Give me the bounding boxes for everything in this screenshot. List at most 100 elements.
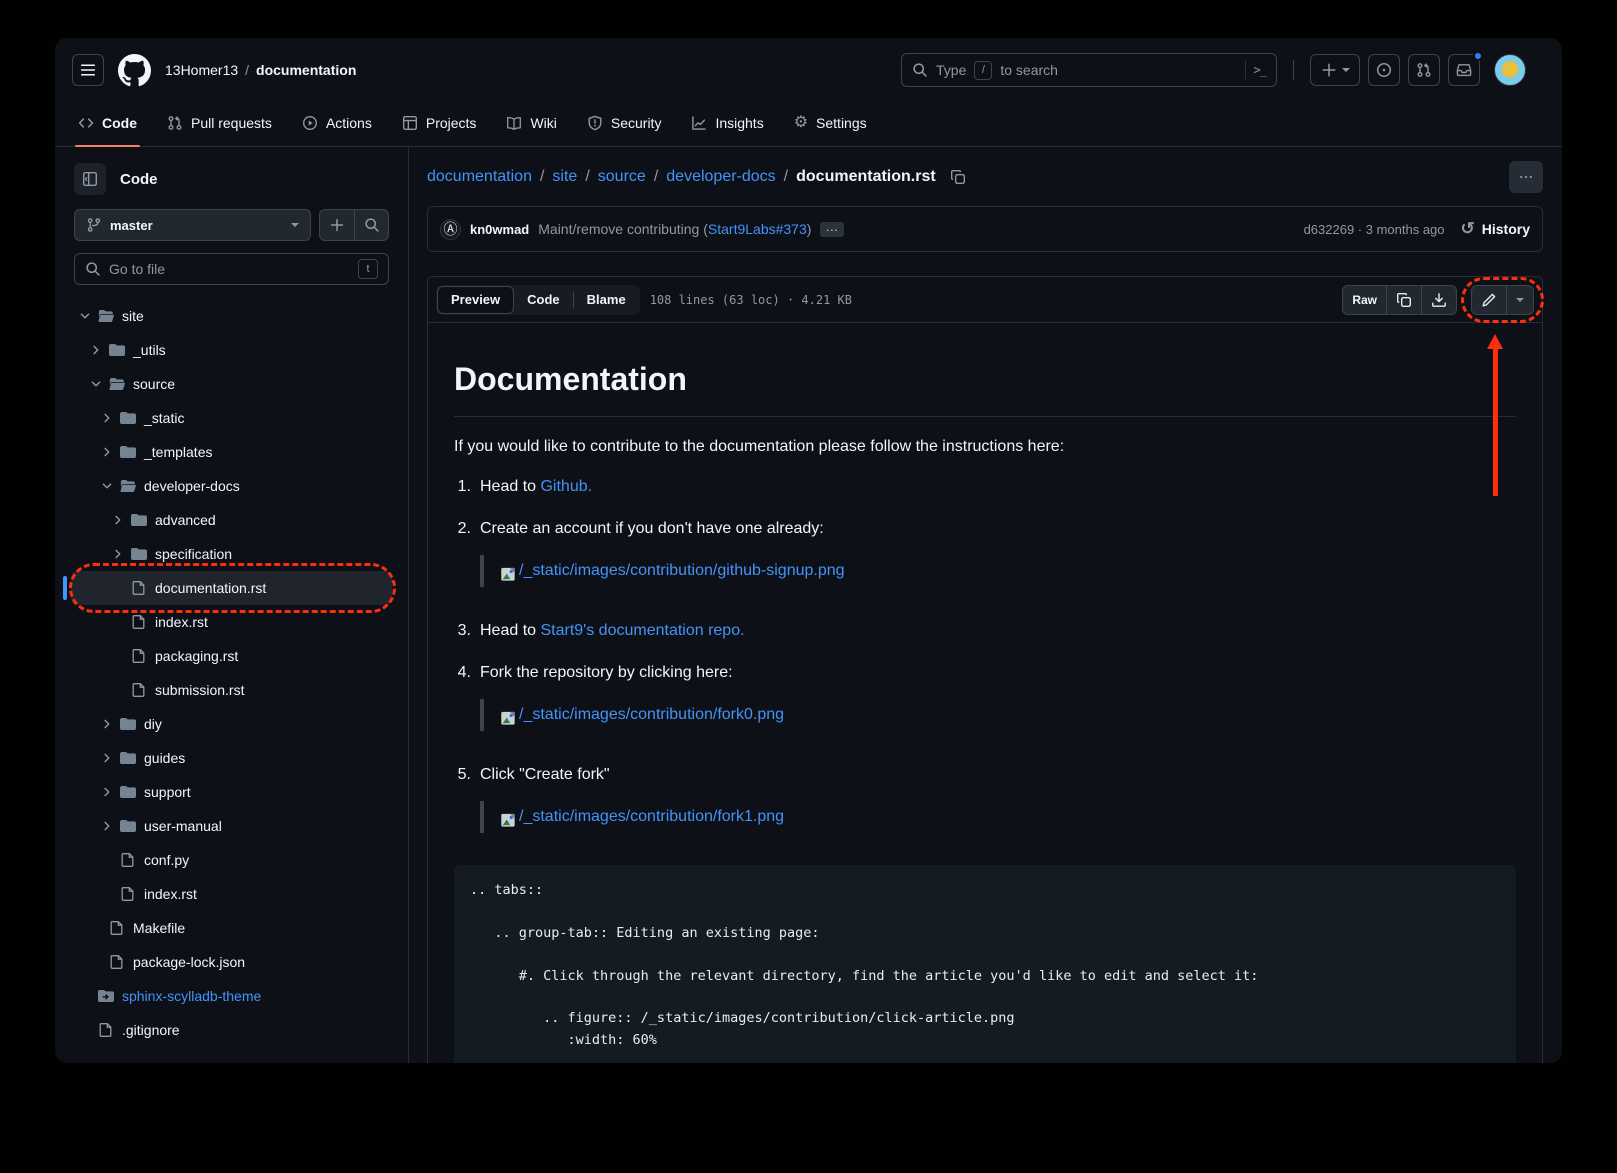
list-item: 3. Head to Start9's documentation repo. <box>454 619 1516 643</box>
issues-button[interactable] <box>1368 54 1400 86</box>
tab-label: Settings <box>816 115 867 131</box>
create-new-button[interactable] <box>1310 54 1360 86</box>
commit-pr-link[interactable]: Start9Labs#373 <box>708 221 807 237</box>
repo-name-link[interactable]: documentation <box>256 62 356 78</box>
branch-selector[interactable]: master <box>74 209 311 241</box>
pencil-icon <box>1481 292 1497 308</box>
tree-item-advanced[interactable]: advanced <box>71 503 392 537</box>
image-link[interactable]: /_static/images/contribution/fork0.png <box>519 701 784 729</box>
tree-item-site[interactable]: site <box>71 299 392 333</box>
file-toolbar: Preview Code Blame 108 lines (63 loc) · … <box>428 277 1542 323</box>
folder-icon <box>120 478 136 494</box>
git-branch-icon <box>86 217 102 233</box>
preview-tab[interactable]: Preview <box>437 286 514 314</box>
add-file-button[interactable] <box>320 210 354 240</box>
commit-author-link[interactable]: kn0wmad <box>470 222 529 237</box>
tree-item-index.rst[interactable]: index.rst <box>71 877 392 911</box>
folder-icon <box>98 308 114 324</box>
image-link[interactable]: /_static/images/contribution/fork1.png <box>519 803 784 831</box>
commit-author-avatar[interactable]: Ⓐ <box>440 219 461 240</box>
tab-wiki[interactable]: Wiki <box>495 100 567 146</box>
github-logo[interactable] <box>118 54 151 87</box>
raw-button[interactable]: Raw <box>1343 286 1386 314</box>
broken-image-icon <box>500 566 517 583</box>
tab-settings[interactable]: ⚙ Settings <box>783 100 878 146</box>
code-tab[interactable]: Code <box>514 286 573 314</box>
github-link[interactable]: Github. <box>540 478 592 495</box>
tree-item-specification[interactable]: specification <box>71 537 392 571</box>
more-options-button[interactable] <box>1509 161 1543 193</box>
commit-sha-time: d632269 · 3 months ago <box>1304 222 1445 237</box>
chevron-down-icon <box>99 478 115 494</box>
folder-icon <box>120 784 136 800</box>
edit-file-button[interactable] <box>1472 286 1506 314</box>
tree-item-user-manual[interactable]: user-manual <box>71 809 392 843</box>
repo-nav-tabs: Code Pull requests Actions Projects Wiki… <box>55 100 1562 147</box>
tree-item-packaging.rst[interactable]: packaging.rst <box>71 639 392 673</box>
tab-security[interactable]: Security <box>576 100 673 146</box>
tab-projects[interactable]: Projects <box>391 100 488 146</box>
tab-code[interactable]: Code <box>67 100 148 146</box>
folder-icon <box>120 818 136 834</box>
chevron-right-icon <box>99 784 115 800</box>
copy-file-button[interactable] <box>1386 286 1421 314</box>
github-window: 13Homer13 / documentation Type / to sear… <box>55 38 1562 1063</box>
download-raw-button[interactable] <box>1421 286 1456 314</box>
tree-item-index.rst[interactable]: index.rst <box>71 605 392 639</box>
user-avatar[interactable] <box>1494 54 1526 86</box>
edit-dropdown-button[interactable] <box>1506 286 1533 314</box>
pull-requests-button[interactable] <box>1408 54 1440 86</box>
commit-expand-button[interactable]: … <box>820 222 844 237</box>
broken-image-icon <box>500 812 517 829</box>
tree-item-guides[interactable]: guides <box>71 741 392 775</box>
tree-item-conf.py[interactable]: conf.py <box>71 843 392 877</box>
history-link[interactable]: ↺ History <box>1461 221 1530 238</box>
file-icon <box>131 648 147 664</box>
tree-indent-spacer <box>110 580 126 596</box>
tab-label: Pull requests <box>191 115 272 131</box>
tab-insights[interactable]: Insights <box>680 100 774 146</box>
file-icon <box>131 580 147 596</box>
breadcrumb-link-site[interactable]: site <box>552 168 577 186</box>
tree-indent-spacer <box>110 614 126 630</box>
tree-item-diy[interactable]: diy <box>71 707 392 741</box>
tree-item-sphinx-scylladb-theme[interactable]: sphinx-scylladb-theme <box>71 979 392 1013</box>
history-icon: ↺ <box>1461 220 1475 237</box>
tree-item-.gitignore[interactable]: .gitignore <box>71 1013 392 1047</box>
start9-repo-link[interactable]: Start9's documentation repo. <box>540 622 744 639</box>
tree-item-package-lock.json[interactable]: package-lock.json <box>71 945 392 979</box>
tree-item-documentation.rst[interactable]: documentation.rst <box>71 571 392 605</box>
tab-actions[interactable]: Actions <box>291 100 383 146</box>
repo-owner-link[interactable]: 13Homer13 <box>165 62 238 78</box>
copy-path-icon[interactable] <box>950 169 966 185</box>
global-nav-menu-button[interactable] <box>72 54 104 86</box>
search-this-repo-button[interactable] <box>354 210 388 240</box>
go-to-file-input[interactable]: Go to file t <box>74 253 389 285</box>
tree-indent-spacer <box>99 852 115 868</box>
file-view-main: documentation / site / source / develope… <box>409 147 1562 1063</box>
git-pull-request-icon <box>1416 62 1432 78</box>
tree-item-_templates[interactable]: _templates <box>71 435 392 469</box>
tree-item-submission.rst[interactable]: submission.rst <box>71 673 392 707</box>
file-content-card: Preview Code Blame 108 lines (63 loc) · … <box>427 276 1543 1063</box>
tree-item-Makefile[interactable]: Makefile <box>71 911 392 945</box>
breadcrumb-link-source[interactable]: source <box>598 168 646 186</box>
image-link[interactable]: /_static/images/contribution/github-sign… <box>519 557 845 585</box>
inbox-button[interactable] <box>1448 54 1480 86</box>
tree-item-_utils[interactable]: _utils <box>71 333 392 367</box>
tree-item-developer-docs[interactable]: developer-docs <box>71 469 392 503</box>
tree-item-label: support <box>144 784 191 800</box>
global-search-input[interactable]: Type / to search >_ <box>901 53 1277 87</box>
breadcrumb-link-documentation[interactable]: documentation <box>427 168 532 186</box>
tree-indent-spacer <box>88 954 104 970</box>
tab-pull-requests[interactable]: Pull requests <box>156 100 283 146</box>
tree-item-source[interactable]: source <box>71 367 392 401</box>
blame-tab[interactable]: Blame <box>574 286 639 314</box>
collapse-sidebar-button[interactable] <box>74 163 106 195</box>
tree-item-_static[interactable]: _static <box>71 401 392 435</box>
tree-item-support[interactable]: support <box>71 775 392 809</box>
repo-separator: / <box>245 62 249 78</box>
command-palette-icon[interactable]: >_ <box>1254 63 1266 77</box>
tree-item-label: _static <box>144 410 184 426</box>
breadcrumb-link-developer-docs[interactable]: developer-docs <box>666 168 775 186</box>
